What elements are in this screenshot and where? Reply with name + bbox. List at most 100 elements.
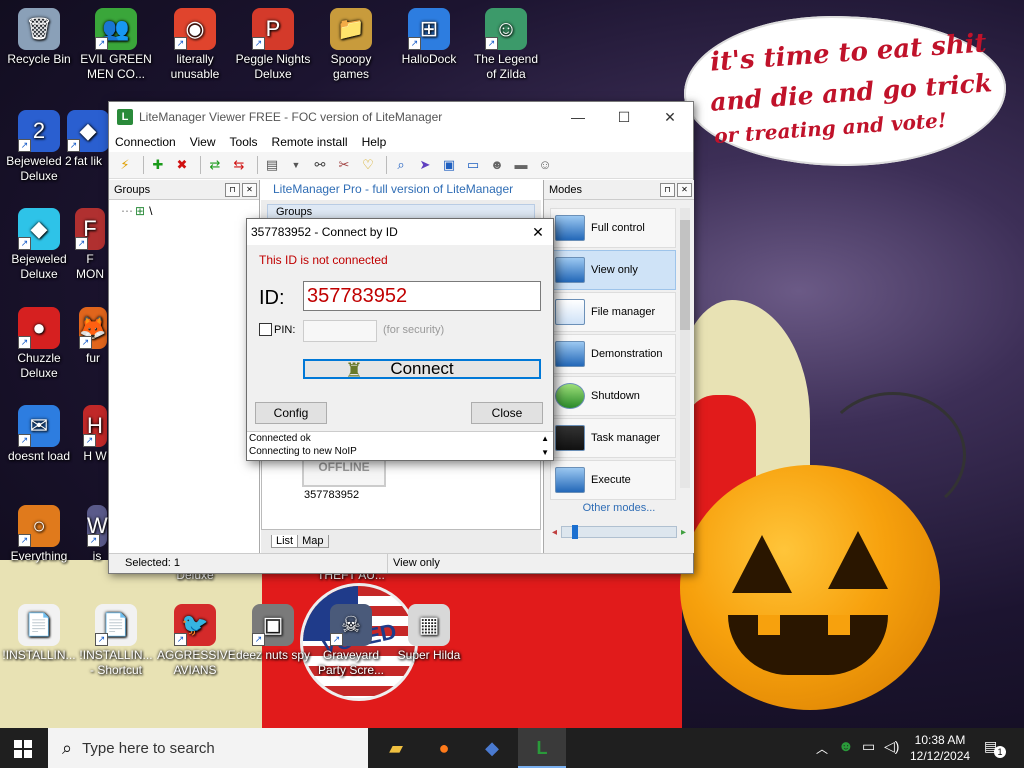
search-icon[interactable]: ⌕ xyxy=(391,156,411,174)
desktop-icon-recycle-bin[interactable]: 🗑 Recycle Bin xyxy=(1,8,77,67)
dialog-close-icon[interactable]: ✕ xyxy=(523,224,553,241)
screen-icon[interactable]: ▬ xyxy=(511,156,531,174)
menu-help[interactable]: Help xyxy=(362,135,387,149)
log-scroll-up-icon[interactable]: ▲ xyxy=(541,432,549,445)
windows-stack-icon: ▣ ↗ xyxy=(252,604,294,646)
menu-view[interactable]: View xyxy=(190,135,216,149)
start-button-windows-icon[interactable] xyxy=(14,740,32,758)
close-button[interactable]: Close xyxy=(471,402,543,424)
show-hidden-icons-chevron[interactable]: ︿ xyxy=(816,740,828,757)
slider-thumb[interactable] xyxy=(572,525,579,539)
menu-remote-install[interactable]: Remote install xyxy=(272,135,348,149)
mode-shutdown[interactable]: Shutdown xyxy=(550,376,676,416)
user-icon[interactable]: ☻ xyxy=(487,156,507,174)
pin-icon[interactable]: ⊓ xyxy=(225,182,240,197)
close-panel-icon[interactable]: ✕ xyxy=(242,182,257,197)
connect-bell-icon: ♜ xyxy=(345,360,363,382)
desktop-icon-fur[interactable]: 🦊 ↗ fur xyxy=(78,307,108,366)
desktop-icon-installin-shortcut[interactable]: 📄 ↗ !INSTALLIN... - Shortcut xyxy=(78,604,154,678)
tray-people-icon[interactable]: ☻ xyxy=(838,738,854,755)
pro-banner-link[interactable]: LiteManager Pro - full version of LiteMa… xyxy=(261,180,541,200)
firefox-icon[interactable]: ● xyxy=(420,728,468,768)
send-icon[interactable]: ➤ xyxy=(415,156,435,174)
desktop-icon-literally-unusable[interactable]: ◉ ↗ literally unusable xyxy=(157,8,233,82)
desktop-icon-evil-green-men[interactable]: 👥 ↗ EVIL GREEN MEN CO... xyxy=(78,8,154,82)
desktop-icon-peggle-nights[interactable]: P ↗ Peggle Nights Deluxe xyxy=(235,8,311,82)
menu-connection[interactable]: Connection xyxy=(115,135,176,149)
mode-file-manager[interactable]: File manager xyxy=(550,292,676,332)
quality-slider[interactable]: ◂ ▸ xyxy=(552,525,686,539)
pin-input[interactable] xyxy=(303,320,377,342)
pumpkin-tooth xyxy=(828,615,850,635)
close-window-button[interactable]: ✕ xyxy=(647,102,693,132)
clock-time: 10:38 AM xyxy=(914,733,966,747)
modes-scrollbar-thumb[interactable] xyxy=(680,220,690,330)
delete-icon[interactable]: ✖ xyxy=(172,156,192,174)
groups-tree-root[interactable]: ⋯ ⊞ \ xyxy=(109,200,259,222)
mode-task-manager[interactable]: Task manager xyxy=(550,418,676,458)
window-icon[interactable]: ▣ xyxy=(439,156,459,174)
pin-icon[interactable]: ⊓ xyxy=(660,182,675,197)
taskbar-search-box[interactable]: ⌕ Type here to search xyxy=(48,728,368,768)
desktop-icon-chuzzle[interactable]: ● ↗ Chuzzle Deluxe xyxy=(1,307,77,381)
config-button[interactable]: Config xyxy=(255,402,327,424)
mode-demonstration[interactable]: Demonstration xyxy=(550,334,676,374)
view-icon[interactable]: ▤ xyxy=(262,156,282,174)
notification-center-icon[interactable]: ▤ 1 xyxy=(984,738,1006,758)
app-icon[interactable]: ◆ xyxy=(468,728,516,768)
tools-icon[interactable]: ✂ xyxy=(334,156,354,174)
dropdown-arrow-icon[interactable]: ▼ xyxy=(286,156,306,174)
tab-list[interactable]: List xyxy=(271,535,299,548)
maximize-button[interactable]: ☐ xyxy=(601,102,647,132)
monitor-icon[interactable]: ▭ xyxy=(463,156,483,174)
connect-button[interactable]: ♜ Connect xyxy=(303,359,541,382)
volume-icon[interactable]: ◁) xyxy=(884,738,899,755)
desktop-icon-spoopy-games[interactable]: 📁 Spoopy games xyxy=(313,8,389,82)
menu-tools[interactable]: Tools xyxy=(230,135,258,149)
desktop-icon-label: Chuzzle Deluxe xyxy=(17,351,61,380)
desktop-icon-f-mon[interactable]: F ↗ F MON xyxy=(72,208,108,282)
desktop-icon-graveyard-party[interactable]: ☠ ↗ Graveyard Party Scre... xyxy=(313,604,389,678)
desktop-icon-doesnt-load[interactable]: ✉ ↗ doesnt load xyxy=(1,405,77,464)
desktop-icon-bejeweled-deluxe[interactable]: ◆ ↗ Bejeweled Deluxe xyxy=(1,208,77,282)
desktop-icon-super-hilda[interactable]: ▦ Super Hilda xyxy=(391,604,467,663)
desktop-icon-hallodock[interactable]: ⊞ ↗ HalloDock xyxy=(391,8,467,67)
add-icon[interactable]: ✚ xyxy=(148,156,168,174)
binoculars-icon[interactable]: ⚯ xyxy=(310,156,330,174)
refresh-icon[interactable]: ⇄ xyxy=(205,156,225,174)
desktop-icon-installin[interactable]: 📄 !INSTALLIN... xyxy=(1,604,77,663)
litemanager-taskbar-icon[interactable]: L xyxy=(518,728,566,768)
close-panel-icon[interactable]: ✕ xyxy=(677,182,692,197)
dialog-titlebar[interactable]: 357783952 - Connect by ID ✕ xyxy=(247,219,553,245)
minimize-button[interactable]: — xyxy=(555,102,601,132)
mode-execute[interactable]: Execute xyxy=(550,460,676,500)
lightning-icon[interactable]: ⚡ xyxy=(115,156,135,174)
desktop-icon-aggressive-avians[interactable]: 🐦 ↗ AGGRESSIVE AVIANS xyxy=(157,604,236,678)
computer-card[interactable]: OFFLINE xyxy=(302,457,386,487)
desktop-icon-fat-lik[interactable]: ◆ ↗ fat lik xyxy=(63,110,113,169)
file-manager-icon xyxy=(555,299,585,325)
desktop-icon-h-w[interactable]: H ↗ H W xyxy=(82,405,108,464)
desktop-icon-legend-of-zilda[interactable]: ☺ ↗ The Legend of Zilda xyxy=(468,8,544,82)
tab-map[interactable]: Map xyxy=(298,535,329,548)
id-input[interactable] xyxy=(303,281,541,311)
clock[interactable]: 10:38 AM 12/12/2024 xyxy=(910,732,970,764)
network-icon[interactable]: ▭ xyxy=(862,738,875,755)
mode-label: Demonstration xyxy=(591,348,663,360)
desktop-icon-everything[interactable]: ○ ↗ Everything xyxy=(1,505,77,564)
mode-full-control[interactable]: Full control xyxy=(550,208,676,248)
modes-scrollbar[interactable] xyxy=(680,208,690,488)
file-explorer-icon[interactable]: ▰ xyxy=(372,728,420,768)
disconnect-icon[interactable]: ⇆ xyxy=(229,156,249,174)
chat-icon[interactable]: ♡ xyxy=(358,156,378,174)
desktop-icon-is[interactable]: W ↗ is xyxy=(86,505,108,564)
group-icon[interactable]: ☺ xyxy=(535,156,555,174)
slider-track[interactable] xyxy=(561,525,677,539)
desktop-icon-deez-nuts-spy[interactable]: ▣ ↗ deez nuts spy xyxy=(235,604,311,663)
pin-checkbox[interactable] xyxy=(259,323,272,336)
log-scroll-down-icon[interactable]: ▼ xyxy=(541,446,549,459)
other-modes-link[interactable]: Other modes... xyxy=(544,502,694,514)
lm-titlebar[interactable]: L LiteManager Viewer FREE - FOC version … xyxy=(109,102,693,132)
mode-view-only[interactable]: View only xyxy=(550,250,676,290)
power-icon xyxy=(555,383,585,409)
